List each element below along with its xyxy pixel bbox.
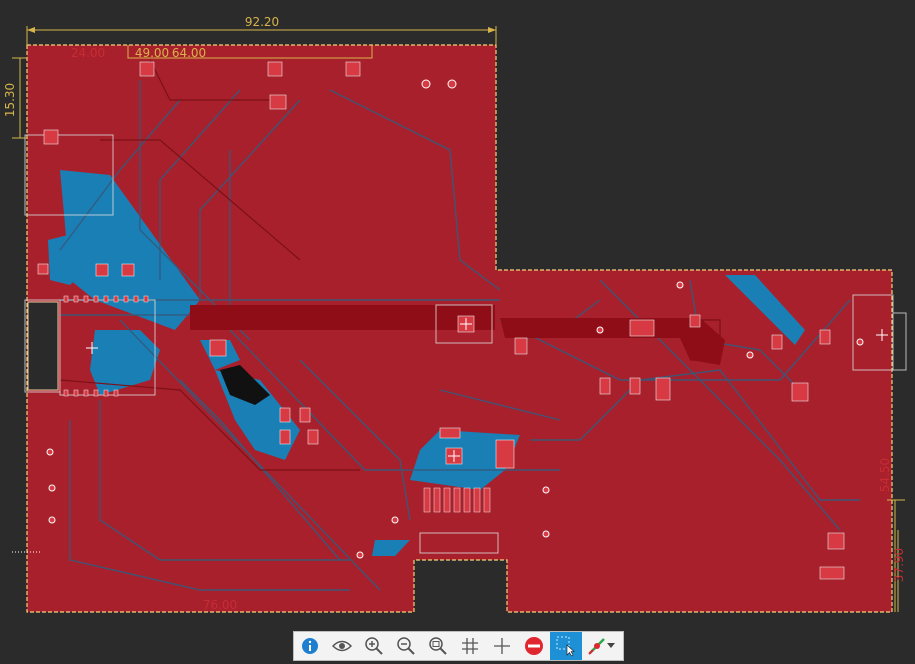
highlight-net-button[interactable] [582,632,620,660]
eye-icon [332,640,352,652]
right-height-b-label: 37.90 [892,548,906,582]
top-pair-b-label: 64.00 [172,46,206,60]
no-entry-icon [525,637,543,655]
top-left-offset-label: 24.00 [71,46,105,60]
grid-button[interactable] [454,632,486,660]
select-pointer-icon [556,636,575,657]
crosshair-icon [494,638,510,654]
power-bus [190,305,495,330]
info-button[interactable] [294,632,326,660]
grid-icon [462,638,478,654]
right-height-a-label: 54.50 [878,458,892,492]
crosshair-button[interactable] [486,632,518,660]
top-pair-a-label: 49.00 [135,46,169,60]
zoom-in-button[interactable] [358,632,390,660]
zoom-out-button[interactable] [390,632,422,660]
zoom-fit-button[interactable] [422,632,454,660]
left-height-label: 15.30 [3,83,17,117]
connector-block [27,301,59,391]
select-button[interactable] [550,632,582,660]
pcb-canvas[interactable]: 92.20 24.00 49.00 64.00 15.30 76.00 54.5… [0,0,915,664]
visibility-button[interactable] [326,632,358,660]
zoom-in-icon [365,637,383,655]
view-toolbar [293,631,624,661]
zoom-out-icon [397,637,415,655]
highlight-net-icon [588,638,605,655]
info-icon [302,638,318,654]
board-width-label: 92.20 [245,15,279,29]
chevron-down-icon [607,643,615,648]
zoom-fit-icon [429,637,447,655]
drc-button[interactable] [518,632,550,660]
bottom-width-label: 76.00 [203,598,237,612]
